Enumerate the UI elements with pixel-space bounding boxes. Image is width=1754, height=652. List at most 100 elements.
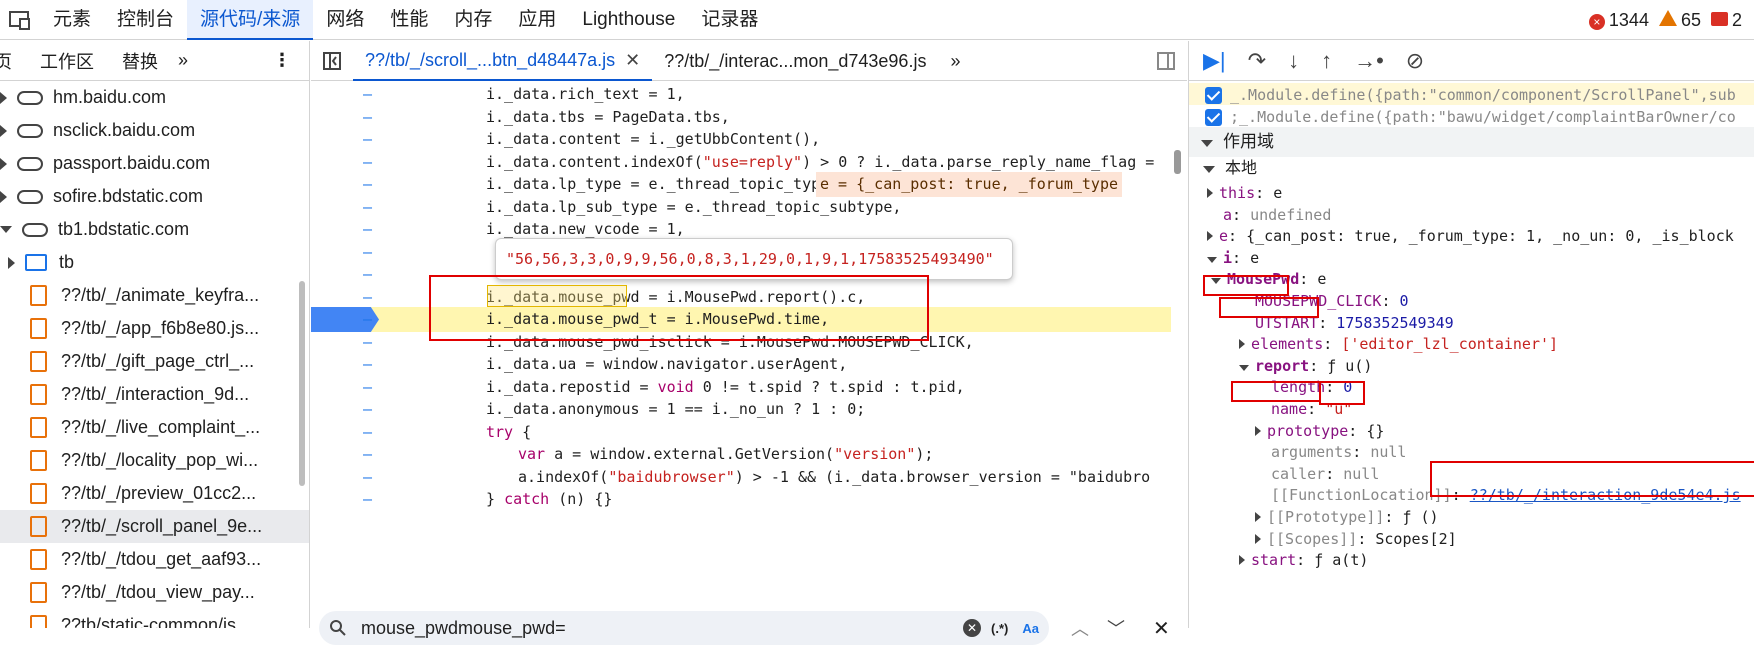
line-gutter[interactable]: – xyxy=(363,262,373,287)
issues-counter[interactable]: × 1344 65 2 xyxy=(1588,0,1742,40)
line-gutter[interactable]: – xyxy=(363,330,373,355)
line-gutter[interactable]: – xyxy=(363,442,373,467)
code-line[interactable]: – i._data.content = i._getUbbContent(), xyxy=(311,127,1171,152)
toggle-debugger-icon[interactable] xyxy=(1145,41,1187,81)
editor-vscrollbar[interactable] xyxy=(1174,150,1181,174)
step-into-icon[interactable]: ↓ xyxy=(1288,48,1299,74)
tree-item[interactable]: ??/tb/_/interaction_9d... xyxy=(0,378,309,411)
tree-item[interactable]: hm.baidu.com xyxy=(0,81,309,114)
step-out-icon[interactable]: ↑ xyxy=(1321,48,1332,74)
device-toolbar-icon[interactable] xyxy=(0,0,40,40)
expand-arrow-icon[interactable] xyxy=(1255,425,1261,436)
breakpoint-checkbox[interactable] xyxy=(1205,109,1222,126)
tree-item[interactable]: tb xyxy=(0,246,309,279)
line-gutter[interactable]: – xyxy=(363,375,373,400)
expand-arrow-icon[interactable] xyxy=(1255,533,1261,544)
code-line[interactable]: – i._data.ua = window.navigator.userAgent… xyxy=(311,352,1171,377)
clear-search-icon[interactable]: ✕ xyxy=(963,619,982,637)
editor-tab-scroll[interactable]: ??/tb/_/scroll_...btn_d48447a.js ✕ xyxy=(353,40,653,81)
scope-row[interactable]: report: ƒ u() xyxy=(1189,354,1754,378)
close-tab-icon[interactable]: ✕ xyxy=(625,40,640,80)
tree-item[interactable]: ??/tb/_/live_complaint_... xyxy=(0,411,309,444)
code-line[interactable]: – a.indexOf("baidubrowser") > -1 && (i._… xyxy=(311,465,1171,490)
line-gutter[interactable]: – xyxy=(363,150,373,175)
error-count[interactable]: × 1344 xyxy=(1588,10,1649,31)
panel-tab[interactable]: 源代码/来源 xyxy=(187,0,314,40)
code-line[interactable]: – i._data.tbs = PageData.tbs, xyxy=(311,105,1171,130)
search-prev-icon[interactable]: ︿ xyxy=(1071,615,1089,641)
warning-count[interactable]: 65 xyxy=(1658,9,1701,31)
expand-arrow-icon[interactable] xyxy=(1239,339,1245,350)
callstack-row[interactable]: _.Module.define({path:"common/component/… xyxy=(1189,83,1754,107)
line-gutter[interactable]: – xyxy=(363,307,373,332)
message-count[interactable]: 2 xyxy=(1710,10,1742,31)
step-icon[interactable]: →• xyxy=(1354,48,1384,74)
expand-arrow-icon[interactable] xyxy=(8,256,15,269)
scope-local[interactable]: 本地 xyxy=(1189,157,1754,181)
case-toggle[interactable]: Aa xyxy=(1022,621,1039,636)
callstack-row[interactable]: ;_.Module.define({path:"bawu/widget/comp… xyxy=(1189,105,1754,129)
expand-arrow-icon[interactable] xyxy=(1239,555,1245,566)
tree-item[interactable]: ??/tb/_/tdou_view_pay... xyxy=(0,576,309,609)
line-gutter[interactable]: – xyxy=(363,352,373,377)
tree-item[interactable]: ??/tb/_/app_f6b8e80.js... xyxy=(0,312,309,345)
scope-row[interactable]: [[Scopes]]: Scopes[2] xyxy=(1189,527,1754,551)
navigator-scrollbar[interactable] xyxy=(299,281,305,486)
line-gutter[interactable]: – xyxy=(363,127,373,152)
tree-item[interactable]: ??/tb/_/animate_keyfra... xyxy=(0,279,309,312)
resume-icon[interactable]: ▶| xyxy=(1203,48,1226,74)
scope-row[interactable]: prototype: {} xyxy=(1189,419,1754,443)
scope-row[interactable]: elements: ['editor_lzl_container'] xyxy=(1189,332,1754,356)
scope-row[interactable]: this: e xyxy=(1189,181,1754,205)
line-gutter[interactable]: – xyxy=(363,240,373,265)
line-gutter[interactable]: – xyxy=(363,172,373,197)
scope-section-header[interactable]: 作用域 xyxy=(1189,127,1754,157)
expand-arrow-icon[interactable] xyxy=(0,226,12,233)
kebab-menu-icon[interactable]: ⋮ xyxy=(259,50,309,71)
expand-arrow-icon[interactable] xyxy=(0,157,7,170)
tree-item[interactable]: ??/tb/_/scroll_panel_9e... xyxy=(0,510,309,543)
panel-tab[interactable]: 控制台 xyxy=(104,0,187,40)
line-gutter[interactable]: – xyxy=(363,487,373,512)
code-line[interactable]: – i._data.anonymous = 1 == i._no_un ? 1 :… xyxy=(311,397,1171,422)
panel-tab[interactable]: 网络 xyxy=(313,0,377,40)
panel-tab[interactable]: 性能 xyxy=(377,0,441,40)
line-gutter[interactable]: – xyxy=(363,105,373,130)
tree-item[interactable]: sofire.bdstatic.com xyxy=(0,180,309,213)
line-gutter[interactable]: – xyxy=(363,195,373,220)
search-input[interactable]: mouse_pwdmouse_pwd= ✕ (.*) Aa xyxy=(319,611,1049,645)
code-line[interactable]: – var a = window.external.GetVersion("ve… xyxy=(311,442,1171,467)
line-gutter[interactable]: – xyxy=(363,420,373,445)
code-line[interactable]: – i._data.repostid = void 0 != t.spid ? t… xyxy=(311,375,1171,400)
tree-item[interactable]: ??/tb/_/locality_pop_wi... xyxy=(0,444,309,477)
expand-arrow-icon[interactable] xyxy=(0,91,7,104)
panel-tab[interactable]: 应用 xyxy=(505,0,569,40)
tree-item[interactable]: ??tb/static-common/js... xyxy=(0,609,309,628)
tree-item[interactable]: ??/tb/_/gift_page_ctrl_... xyxy=(0,345,309,378)
tree-item[interactable]: tb1.bdstatic.com xyxy=(0,213,309,246)
expand-arrow-icon[interactable] xyxy=(0,124,7,137)
regex-toggle[interactable]: (.*) xyxy=(991,621,1008,636)
more-editor-tabs-icon[interactable]: » xyxy=(938,41,972,81)
panel-tab[interactable]: 内存 xyxy=(441,0,505,40)
tab-workspace[interactable]: 工作区 xyxy=(26,48,108,74)
tree-item[interactable]: passport.baidu.com xyxy=(0,147,309,180)
code-line[interactable]: – i._data.lp_type = e._thread_topic_type,… xyxy=(311,172,1171,197)
editor-tab-interaction[interactable]: ??/tb/_/interac...mon_d743e96.js xyxy=(652,41,938,81)
scope-row[interactable]: e: {_can_post: true, _forum_type: 1, _no… xyxy=(1189,224,1754,248)
expand-arrow-icon[interactable] xyxy=(1207,231,1213,242)
panel-tab[interactable]: Lighthouse xyxy=(569,0,688,40)
line-gutter[interactable]: – xyxy=(363,217,373,242)
tree-item[interactable]: ??/tb/_/tdou_get_aaf93... xyxy=(0,543,309,576)
step-over-icon[interactable]: ↷ xyxy=(1248,48,1266,74)
code-line[interactable]: – i._data.content.indexOf("use=reply") > … xyxy=(311,150,1171,175)
line-gutter[interactable]: – xyxy=(363,285,373,310)
expand-arrow-icon[interactable] xyxy=(1255,512,1261,522)
deactivate-breakpoints-icon[interactable]: ⊘ xyxy=(1406,48,1424,74)
expand-arrow-icon[interactable] xyxy=(1207,188,1213,198)
code-area[interactable]: – i._data.rich_text = 1, – i._data.tbs = Pa… xyxy=(311,82,1187,604)
scope-row[interactable]: start: ƒ a(t) xyxy=(1189,548,1754,572)
tab-overrides[interactable]: 替换 xyxy=(108,48,172,74)
collapse-arrow-icon[interactable] xyxy=(1239,364,1249,371)
scope-row[interactable]: a: undefined xyxy=(1189,203,1754,227)
